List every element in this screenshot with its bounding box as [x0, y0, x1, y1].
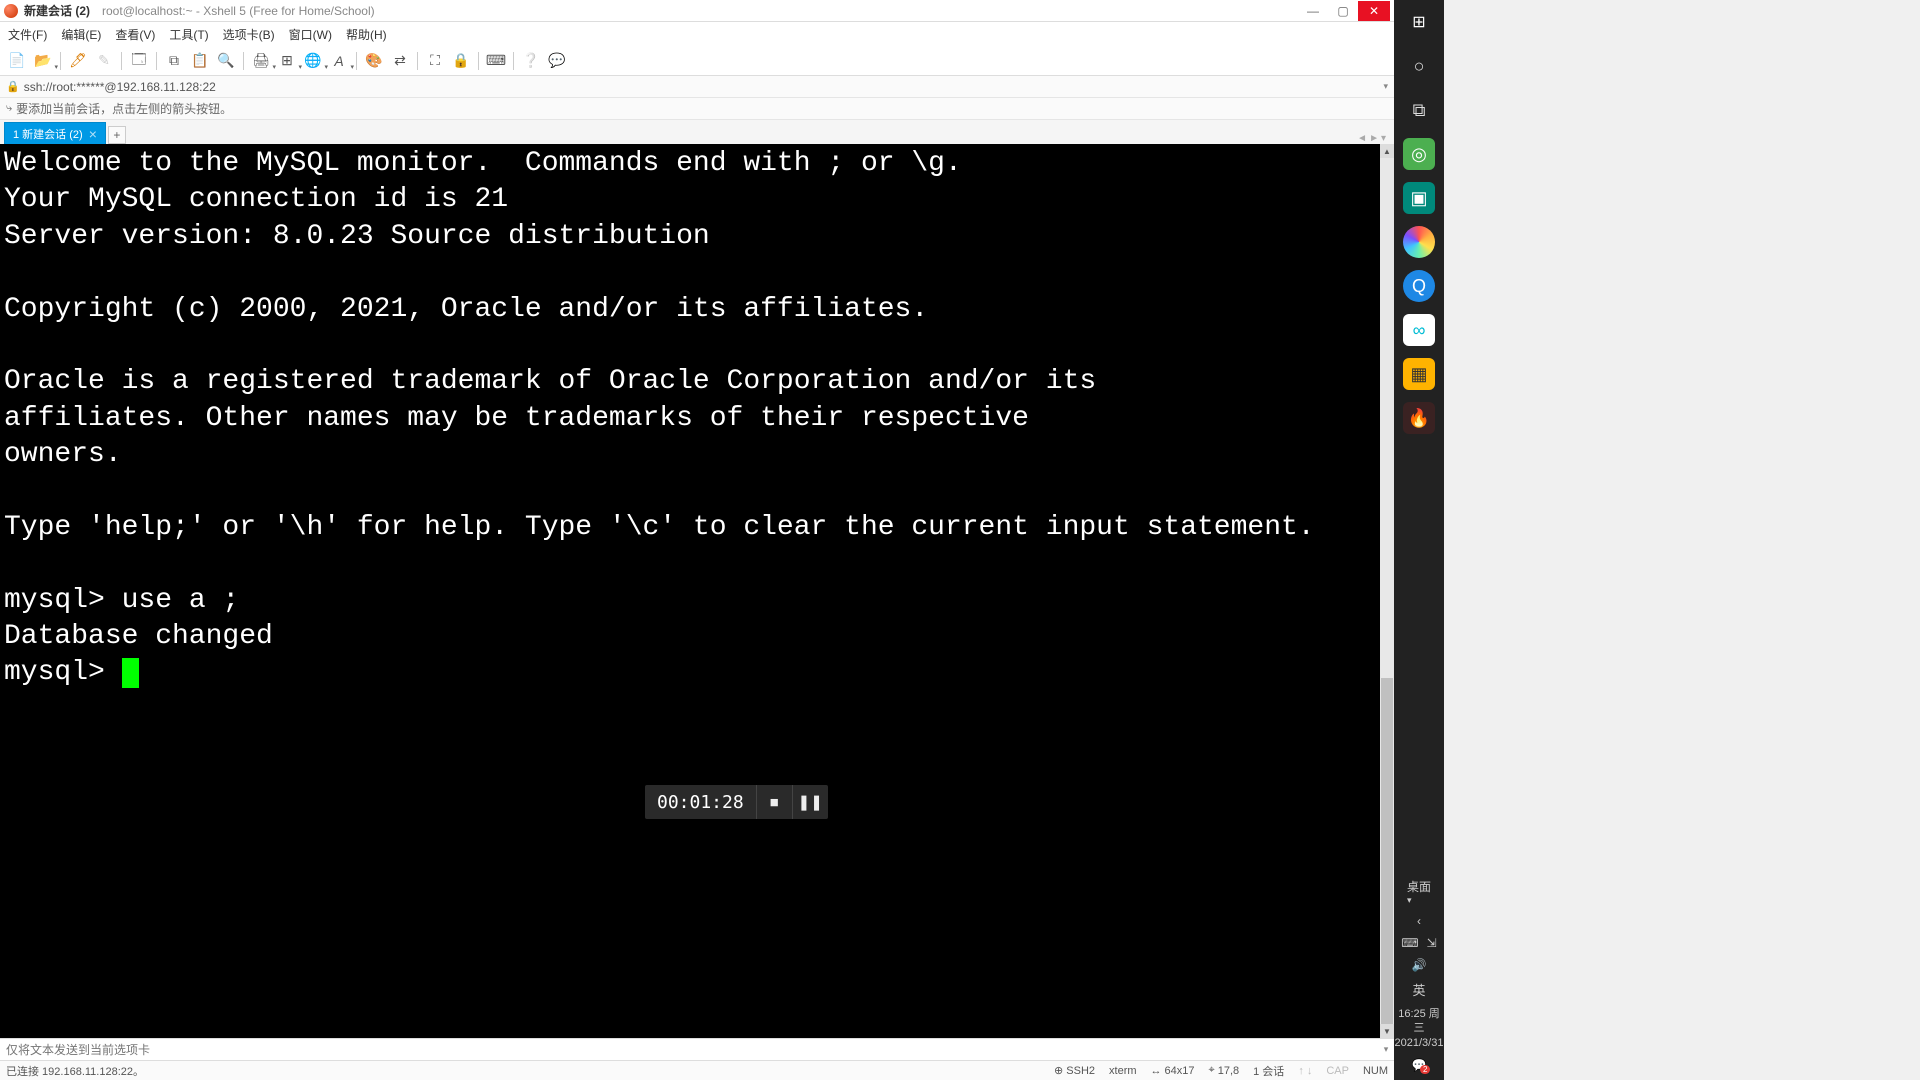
send-dropdown-icon[interactable]: ▾	[1378, 1044, 1394, 1055]
disconnect-icon[interactable]: ✎	[93, 50, 115, 72]
toolbar: 📄 📂 🖊 ✎ 🗔 ⧉ 📋 🔍 🖨 ⊞ 🌐 A 🎨 ⇄ ⛶ 🔒 ⌨	[0, 46, 1394, 76]
window-subtitle: root@localhost:~ - Xshell 5 (Free for Ho…	[102, 4, 375, 18]
clock[interactable]: 16:25 周三 2021/3/31	[1394, 1007, 1444, 1050]
arrow-down-icon: ↓	[1307, 1065, 1313, 1077]
ime-lang[interactable]: 英	[1412, 980, 1425, 999]
scroll-thumb[interactable]	[1381, 678, 1393, 1024]
open-icon[interactable]: 📂	[32, 50, 54, 72]
paste-icon[interactable]: 📋	[189, 50, 211, 72]
status-size: 64x17	[1165, 1065, 1195, 1077]
status-connection: 已连接 192.168.11.128:22。	[6, 1063, 1040, 1079]
tab-close-icon[interactable]: ×	[89, 126, 97, 142]
tab-next-icon[interactable]: ►	[1369, 133, 1379, 144]
menu-tools[interactable]: 工具(T)	[169, 26, 208, 43]
layout-icon[interactable]: ⊞	[276, 50, 298, 72]
lock-small-icon: 🔒	[6, 80, 20, 93]
cursor-icon: ⌖	[1209, 1064, 1215, 1077]
window-title: 新建会话 (2)	[24, 2, 90, 19]
app-blue-icon[interactable]: Q	[1403, 270, 1435, 302]
lock-icon[interactable]: 🔒	[450, 50, 472, 72]
status-bar: 已连接 192.168.11.128:22。 ⊕SSH2 xterm ↔64x1…	[0, 1060, 1394, 1080]
status-num: NUM	[1363, 1065, 1388, 1077]
menu-file[interactable]: 文件(F)	[8, 26, 47, 43]
title-bar: 新建会话 (2) root@localhost:~ - Xshell 5 (Fr…	[0, 0, 1394, 22]
send-bar: ▾	[0, 1038, 1394, 1060]
terminal-output[interactable]: Welcome to the MySQL monitor. Commands e…	[0, 144, 1380, 1038]
address-bar[interactable]: 🔒 ssh://root:******@192.168.11.128:22 ▾	[0, 76, 1394, 98]
wifi-icon[interactable]: ⇲	[1427, 936, 1437, 950]
chat-icon[interactable]: 💬	[546, 50, 568, 72]
desktop-label[interactable]: 桌面 ▾	[1407, 878, 1431, 906]
tab-add-button[interactable]: +	[108, 126, 126, 144]
menu-bar: 文件(F) 编辑(E) 查看(V) 工具(T) 选项卡(B) 窗口(W) 帮助(…	[0, 22, 1394, 46]
status-pos: 17,8	[1218, 1065, 1239, 1077]
session-tab-active[interactable]: 1 新建会话 (2) ×	[4, 122, 106, 144]
windows-taskbar: ⊞ ○ ⧉ ◎ ▣ Q ∞ ▦ 🔥 桌面 ▾ ‹ ⌨ ⇲ 🔊 英 16:25 周…	[1394, 0, 1444, 1080]
keyboard-icon[interactable]: ⌨	[485, 50, 507, 72]
media-control-overlay: 00:01:28 ■ ❚❚	[645, 785, 828, 819]
keyboard-tray-icon[interactable]: ⌨	[1401, 936, 1418, 950]
print-icon[interactable]: 🖨	[250, 50, 272, 72]
app-icon	[4, 4, 18, 18]
new-session-icon[interactable]: 📄	[6, 50, 28, 72]
color-icon[interactable]: 🎨	[363, 50, 385, 72]
copy-icon[interactable]: ⧉	[163, 50, 185, 72]
find-icon[interactable]: 🔍	[215, 50, 237, 72]
browser-icon[interactable]	[1403, 226, 1435, 258]
address-dropdown-icon[interactable]: ▾	[1383, 81, 1388, 92]
status-term: xterm	[1109, 1065, 1137, 1077]
status-proto: SSH2	[1066, 1065, 1095, 1077]
menu-window[interactable]: 窗口(W)	[289, 26, 332, 43]
system-tray: 桌面 ▾ ‹ ⌨ ⇲ 🔊 英 16:25 周三 2021/3/31 💬2	[1394, 878, 1444, 1080]
xshell-taskbar-icon[interactable]: 🔥	[1403, 402, 1435, 434]
status-cap: CAP	[1326, 1065, 1349, 1077]
hint-bar: ⤷ 要添加当前会话，点击左侧的箭头按钮。	[0, 98, 1394, 120]
hint-arrow-icon[interactable]: ⤷	[6, 102, 12, 115]
help-icon[interactable]: ❔	[520, 50, 542, 72]
task-view-icon[interactable]: ⧉	[1403, 94, 1435, 126]
cortana-icon[interactable]: ○	[1403, 50, 1435, 82]
pause-button[interactable]: ❚❚	[792, 785, 828, 819]
fullscreen-icon[interactable]: ⛶	[424, 50, 446, 72]
address-text: ssh://root:******@192.168.11.128:22	[24, 80, 216, 94]
send-input[interactable]	[0, 1039, 1378, 1060]
tab-label: 1 新建会话 (2)	[13, 126, 83, 142]
globe-icon: ⊕	[1054, 1064, 1063, 1077]
terminal-scrollbar[interactable]: ▲ ▼	[1380, 144, 1394, 1038]
app-teal-icon[interactable]: ▣	[1403, 182, 1435, 214]
vm-icon[interactable]: ▦	[1403, 358, 1435, 390]
tab-list-icon[interactable]: ▾	[1381, 133, 1386, 144]
tab-prev-icon[interactable]: ◄	[1357, 133, 1367, 144]
app-green-icon[interactable]: ◎	[1403, 138, 1435, 170]
font-icon[interactable]: A	[328, 50, 350, 72]
resize-icon: ↔	[1151, 1065, 1162, 1077]
notifications-icon[interactable]: 💬2	[1412, 1058, 1427, 1072]
menu-edit[interactable]: 编辑(E)	[61, 26, 101, 43]
xshell-window: 新建会话 (2) root@localhost:~ - Xshell 5 (Fr…	[0, 0, 1394, 1080]
menu-help[interactable]: 帮助(H)	[346, 26, 387, 43]
start-button[interactable]: ⊞	[1403, 6, 1435, 38]
encoding-icon[interactable]: 🌐	[302, 50, 324, 72]
session-tab-bar: 1 新建会话 (2) × + ◄ ► ▾	[0, 120, 1394, 144]
close-button[interactable]: ✕	[1358, 1, 1390, 21]
menu-tabs[interactable]: 选项卡(B)	[223, 26, 275, 43]
status-sessions: 1 会话	[1253, 1063, 1284, 1079]
minimize-button[interactable]: —	[1298, 1, 1328, 21]
reconnect-icon[interactable]: 🖊	[67, 50, 89, 72]
transfer-icon[interactable]: ⇄	[389, 50, 411, 72]
hint-text: 要添加当前会话，点击左侧的箭头按钮。	[16, 100, 232, 117]
app-white-icon[interactable]: ∞	[1403, 314, 1435, 346]
tray-chevron-icon[interactable]: ‹	[1417, 914, 1421, 928]
arrow-up-icon: ↑	[1298, 1065, 1304, 1077]
maximize-button[interactable]: ▢	[1328, 1, 1358, 21]
properties-icon[interactable]: 🗔	[128, 50, 150, 72]
media-time: 00:01:28	[645, 792, 756, 813]
menu-view[interactable]: 查看(V)	[115, 26, 155, 43]
scroll-down-icon[interactable]: ▼	[1380, 1024, 1394, 1038]
volume-icon[interactable]: 🔊	[1412, 958, 1427, 972]
stop-button[interactable]: ■	[756, 785, 792, 819]
scroll-up-icon[interactable]: ▲	[1380, 144, 1394, 158]
